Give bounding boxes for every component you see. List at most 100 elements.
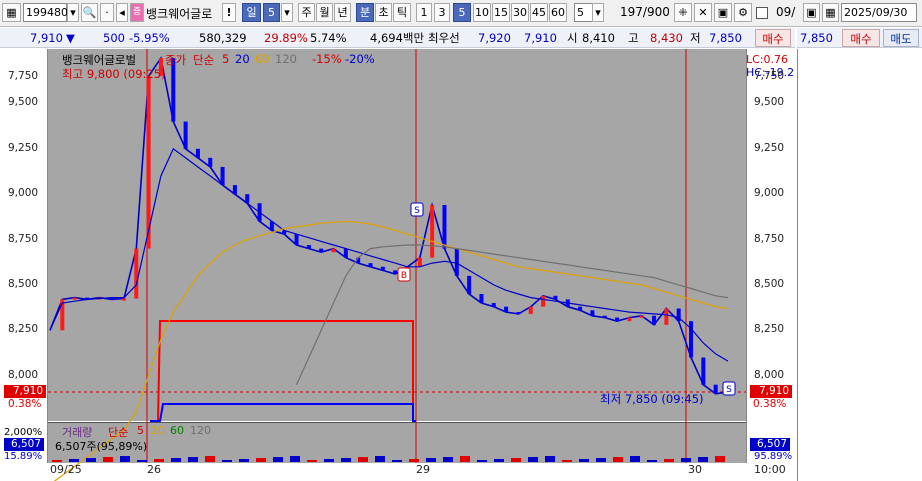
- volume-bar: [239, 459, 249, 462]
- y-tick-right: 9,250: [754, 141, 785, 154]
- volume-bar: [52, 460, 62, 462]
- right-chart-panel[interactable]: [797, 49, 922, 481]
- right-pct-marker: 0.38%: [753, 398, 787, 410]
- right-price-marker: 7,910: [750, 385, 792, 398]
- volume-bar: [647, 460, 657, 462]
- volume-bar: [154, 459, 164, 462]
- volume-bar: [103, 457, 113, 462]
- volume-ma-120: 120: [190, 424, 211, 437]
- y-tick-right: 9,000: [754, 187, 785, 200]
- volume-bar: [341, 458, 351, 462]
- candle: [121, 298, 126, 301]
- x-tick: 09/25: [50, 463, 82, 476]
- volume-bar: [511, 458, 521, 462]
- candle: [639, 315, 644, 318]
- volume-left-top: 2,000%: [4, 427, 43, 438]
- legend-close: 종가: [165, 53, 187, 67]
- volume-bar: [409, 459, 419, 462]
- y-tick-left: 8,000: [8, 368, 39, 381]
- volume-bar: [528, 457, 538, 462]
- low-annotation: 최저 7,850 (09:45): [600, 392, 704, 406]
- band-up-line: [150, 320, 416, 422]
- buy-signal-icon: B: [397, 267, 411, 282]
- candle: [319, 248, 324, 253]
- series-line-종가: [49, 56, 729, 395]
- volume-bar: [375, 456, 385, 462]
- x-tick: 10:00: [754, 463, 786, 476]
- y-tick-left: 8,750: [8, 232, 39, 245]
- volume-bar: [307, 460, 317, 462]
- candle: [454, 248, 459, 276]
- volume-bar: [664, 459, 674, 462]
- volume-ma-5: 5: [137, 424, 144, 437]
- series-line-60: [53, 220, 729, 481]
- candle: [479, 293, 484, 304]
- y-tick-right: 8,750: [754, 232, 785, 245]
- legend-band-down: -20%: [345, 52, 375, 66]
- volume-bar: [460, 456, 470, 462]
- svg-text:S: S: [726, 385, 732, 395]
- candle: [528, 306, 533, 314]
- volume-bar: [443, 457, 453, 462]
- volume-ma-20: 20: [151, 424, 165, 437]
- candle: [627, 317, 632, 322]
- volume-bar: [120, 456, 130, 462]
- volume-bar: [290, 456, 300, 462]
- legend-ma-5: 5: [222, 52, 230, 66]
- volume-ma-60: 60: [170, 424, 184, 437]
- candle: [430, 205, 435, 258]
- candle: [294, 234, 299, 245]
- candle: [134, 248, 139, 299]
- volume-bar: [630, 456, 640, 462]
- volume-bar: [494, 459, 504, 462]
- volume-bar: [579, 459, 589, 462]
- svg-text:B: B: [401, 271, 407, 281]
- volume-right-pct: 95.89%: [754, 451, 793, 462]
- volume-bar: [358, 457, 368, 462]
- volume-left-marker: 6,507: [4, 438, 44, 451]
- volume-bar: [698, 457, 708, 462]
- x-tick: 30: [688, 463, 702, 476]
- y-tick-right: 8,500: [754, 277, 785, 290]
- volume-bar: [426, 458, 436, 462]
- legend-band-up: -15%: [312, 52, 342, 66]
- candle: [664, 308, 669, 325]
- x-tick: 26: [147, 463, 161, 476]
- y-tick-left: 9,000: [8, 187, 39, 200]
- legend-ma-label: 단순: [193, 53, 215, 67]
- y-tick-left: 9,500: [8, 96, 39, 109]
- volume-bar: [69, 459, 79, 462]
- candle: [652, 315, 657, 325]
- candle: [541, 295, 546, 307]
- x-tick: 29: [416, 463, 430, 476]
- volume-bar: [86, 458, 96, 462]
- sell-signal-icon: S: [410, 202, 424, 217]
- y-tick-left: 8,250: [8, 323, 39, 336]
- candle: [195, 148, 200, 158]
- candle: [343, 248, 348, 258]
- candle: [220, 166, 225, 186]
- lc-label: LC:0.76: [746, 53, 789, 66]
- candle: [442, 205, 447, 249]
- volume-bar: [137, 460, 147, 462]
- volume-bar: [324, 459, 334, 462]
- chart-title: 뱅크웨어글로벌: [62, 53, 137, 67]
- candle: [183, 121, 188, 149]
- volume-bar: [273, 457, 283, 462]
- svg-text:S: S: [414, 206, 420, 216]
- candle: [72, 297, 77, 300]
- candle: [380, 266, 385, 271]
- volume-bar: [715, 456, 725, 462]
- legend-ma-20: 20: [235, 52, 250, 66]
- y-tick-right: 8,000: [754, 368, 785, 381]
- volume-bar: [681, 458, 691, 462]
- sell-signal-icon-late: S: [722, 381, 736, 396]
- volume-bar: [222, 460, 232, 462]
- candle: [368, 263, 373, 267]
- left-price-marker: 7,910: [4, 385, 46, 398]
- volume-bar: [562, 460, 572, 462]
- candle: [417, 257, 422, 267]
- y-tick-top-right: 7,750: [754, 70, 785, 82]
- volume-bar: [392, 460, 402, 462]
- candle: [516, 312, 521, 315]
